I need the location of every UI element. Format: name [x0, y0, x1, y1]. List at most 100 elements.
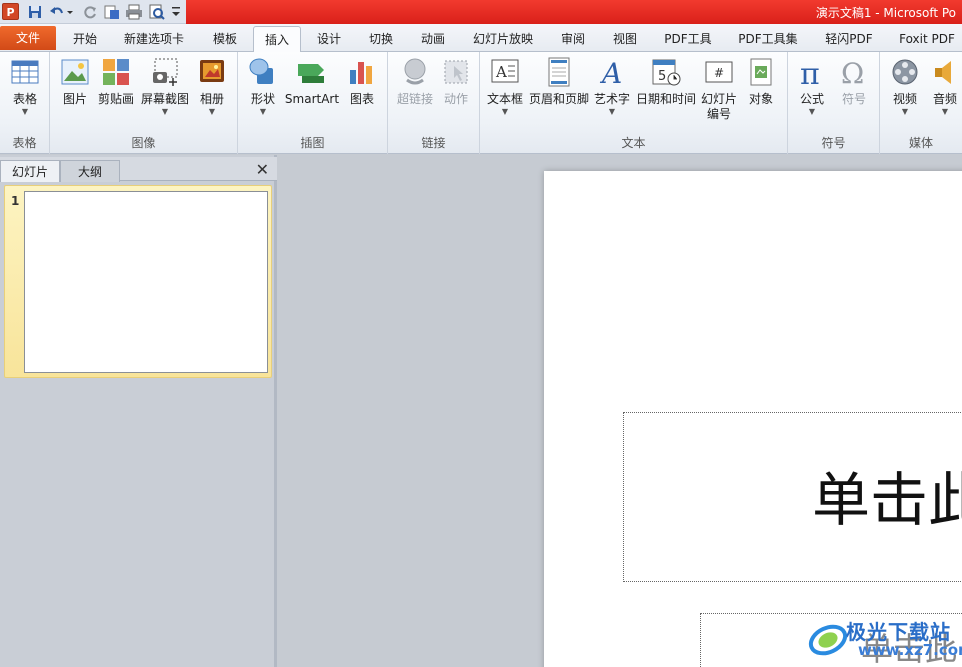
- tab-insert[interactable]: 插入: [253, 26, 301, 53]
- group-symbols: π 公式 ▼ Ω 符号 符号: [788, 52, 880, 154]
- tab-outline[interactable]: 大纲: [60, 160, 120, 182]
- slide-canvas[interactable]: 单击此 单击此: [544, 171, 962, 667]
- action-button[interactable]: 动作: [438, 56, 474, 107]
- group-label-table: 表格: [12, 136, 37, 150]
- svg-text:π: π: [800, 57, 820, 88]
- chart-button[interactable]: 图表: [342, 56, 382, 107]
- svg-text:A: A: [495, 63, 507, 81]
- tab-design[interactable]: 设计: [308, 26, 350, 52]
- slide-number-label: 1: [11, 194, 20, 208]
- wordart-button[interactable]: A 艺术字 ▼: [592, 56, 632, 117]
- shapes-icon: [247, 56, 279, 88]
- header-footer-icon: [543, 56, 575, 88]
- tab-home[interactable]: 开始: [64, 26, 106, 52]
- symbol-button[interactable]: Ω 符号: [836, 56, 872, 107]
- tab-pdf-toolset[interactable]: PDF工具集: [730, 26, 806, 52]
- title-placeholder-text: 单击此: [812, 466, 962, 534]
- title-bar-background: 演示文稿1 - Microsoft Po: [186, 0, 962, 24]
- film-reel-icon: [889, 56, 921, 88]
- audio-button[interactable]: 音频 ▼: [928, 56, 962, 117]
- tab-transitions[interactable]: 切换: [360, 26, 402, 52]
- group-label-illustrations: 插图: [300, 136, 325, 150]
- title-bar: P 演示文稿1 - Microsoft Po: [0, 0, 962, 24]
- tab-new-tab[interactable]: 新建选项卡: [116, 26, 192, 52]
- powerpoint-logo-icon[interactable]: P: [2, 3, 19, 20]
- dropdown-arrow-icon: ▼: [161, 107, 169, 116]
- table-button[interactable]: 表格 ▼: [5, 56, 45, 117]
- close-icon[interactable]: ✕: [256, 160, 269, 180]
- textbox-button[interactable]: A 文本框 ▼: [484, 56, 526, 117]
- customize-quick-access-icon[interactable]: [170, 3, 182, 21]
- dropdown-arrow-icon: ▼: [501, 107, 509, 116]
- group-label-images: 图像: [131, 136, 156, 150]
- slide-editor-area: 单击此 单击此: [280, 155, 962, 667]
- clipart-button[interactable]: 剪贴画: [96, 56, 136, 107]
- tab-view[interactable]: 视图: [604, 26, 646, 52]
- photo-album-icon: [196, 56, 228, 88]
- tab-animations[interactable]: 动画: [412, 26, 454, 52]
- table-icon: [9, 56, 41, 88]
- watermark-logo-icon: [808, 624, 848, 656]
- header-footer-button[interactable]: 页眉和页脚: [526, 56, 592, 107]
- tab-templates[interactable]: 模板: [204, 26, 246, 52]
- undo-icon[interactable]: [48, 3, 74, 21]
- calendar-clock-icon: 5: [650, 56, 682, 88]
- dropdown-arrow-icon: ▼: [808, 107, 816, 116]
- dropdown-arrow-icon: ▼: [941, 107, 949, 116]
- group-label-symbols: 符号: [821, 136, 846, 150]
- shapes-button[interactable]: 形状 ▼: [244, 56, 282, 117]
- slide-number-button[interactable]: # 幻灯片 编号: [698, 56, 740, 122]
- dropdown-arrow-icon: ▼: [259, 107, 267, 116]
- textbox-icon: A: [489, 56, 521, 88]
- tab-light-pdf[interactable]: 轻闪PDF: [816, 26, 882, 52]
- slide-thumbnail[interactable]: [24, 191, 268, 373]
- tab-slideshow[interactable]: 幻灯片放映: [466, 26, 540, 52]
- omega-icon: Ω: [838, 56, 870, 90]
- window-title: 演示文稿1 - Microsoft Po: [815, 6, 956, 20]
- dropdown-arrow-icon: ▼: [901, 107, 909, 116]
- watermark-url: www.xz7.com: [858, 641, 962, 659]
- redo-icon[interactable]: [82, 3, 98, 21]
- tab-file[interactable]: 文件: [0, 26, 56, 50]
- group-table: 表格 ▼ 表格: [0, 52, 50, 154]
- title-placeholder[interactable]: 单击此: [623, 412, 962, 582]
- ribbon: 表格 ▼ 表格 图片 剪贴画 屏幕截图 ▼ 相册 ▼ 图像 形状 ▼ Smart…: [0, 52, 962, 154]
- slide-number-icon: #: [703, 56, 735, 88]
- action-icon: [440, 56, 472, 88]
- save-icon[interactable]: [27, 3, 43, 21]
- pi-icon: π: [796, 56, 828, 92]
- screenshot-button[interactable]: 屏幕截图 ▼: [140, 56, 190, 117]
- tab-review[interactable]: 审阅: [552, 26, 594, 52]
- equation-button[interactable]: π 公式 ▼: [794, 56, 830, 117]
- smartart-icon: [296, 56, 328, 88]
- slides-panel-tabs: 幻灯片 大纲 ✕: [0, 157, 277, 182]
- slide-thumbnail-selected[interactable]: 1: [4, 185, 272, 378]
- picture-icon: [59, 56, 91, 88]
- tab-foxit-pdf[interactable]: Foxit PDF: [892, 26, 962, 52]
- svg-text:#: #: [714, 66, 724, 80]
- video-button[interactable]: 视频 ▼: [886, 56, 924, 117]
- hyperlink-button[interactable]: 超链接: [392, 56, 438, 107]
- new-slide-icon[interactable]: [103, 3, 121, 21]
- print-preview-icon[interactable]: [148, 3, 166, 21]
- smartart-button[interactable]: SmartArt: [284, 56, 340, 107]
- wordart-icon: A: [596, 56, 628, 90]
- group-text: A 文本框 ▼ 页眉和页脚 A 艺术字 ▼ 5 日期和时间 # 幻灯片 编号 对…: [480, 52, 788, 154]
- object-button[interactable]: 对象: [742, 56, 780, 107]
- watermark: 极光下载站 www.xz7.com: [806, 614, 962, 667]
- clipart-icon: [100, 56, 132, 88]
- picture-button[interactable]: 图片: [56, 56, 94, 107]
- print-icon[interactable]: [124, 3, 144, 21]
- tab-pdf-tools[interactable]: PDF工具: [656, 26, 720, 52]
- chart-icon: [346, 56, 378, 88]
- group-images: 图片 剪贴画 屏幕截图 ▼ 相册 ▼ 图像: [50, 52, 238, 154]
- dropdown-arrow-icon: ▼: [608, 107, 616, 116]
- screenshot-icon: [149, 56, 181, 88]
- tab-slides[interactable]: 幻灯片: [0, 160, 60, 182]
- svg-text:Ω: Ω: [841, 57, 864, 88]
- album-button[interactable]: 相册 ▼: [194, 56, 230, 117]
- dropdown-arrow-icon: ▼: [208, 107, 216, 116]
- datetime-button[interactable]: 5 日期和时间: [634, 56, 698, 107]
- speaker-icon: [929, 56, 961, 88]
- group-label-media: 媒体: [908, 136, 933, 150]
